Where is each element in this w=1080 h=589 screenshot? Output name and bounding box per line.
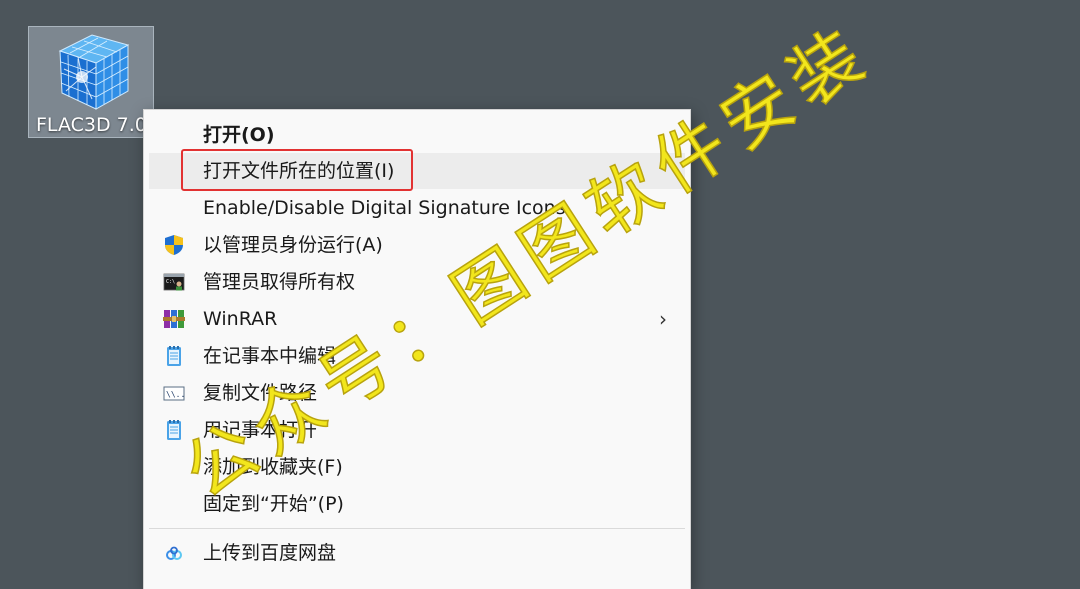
- cmd-admin-icon: C:\: [163, 273, 185, 291]
- menu-item-label: 用记事本打开: [203, 419, 318, 441]
- menu-item-label: 打开(O): [203, 124, 275, 146]
- desktop-shortcut-flac3d[interactable]: FLAC3D 7.0: [28, 26, 154, 138]
- menu-item-label: 添加到收藏夹(F): [203, 456, 343, 478]
- menu-item-run-as-admin[interactable]: 以管理员身份运行(A): [149, 227, 685, 263]
- menu-item-label: 复制文件路径: [203, 382, 318, 404]
- menu-item-copy-file-path[interactable]: \\.. 复制文件路径: [149, 375, 685, 411]
- flac3d-cube-icon: [58, 34, 130, 110]
- desktop-icon-label: FLAC3D 7.0: [36, 114, 147, 136]
- menu-item-open-file-location[interactable]: 打开文件所在的位置(I): [149, 153, 685, 189]
- menu-item-upload-baidu-netdisk[interactable]: 上传到百度网盘: [149, 535, 685, 571]
- menu-item-edit-in-notepad[interactable]: 在记事本中编辑: [149, 338, 685, 374]
- notepad-icon: [167, 346, 181, 366]
- menu-item-take-ownership[interactable]: C:\ 管理员取得所有权: [149, 264, 685, 300]
- menu-separator: [149, 528, 685, 529]
- menu-item-winrar[interactable]: WinRAR ›: [149, 301, 685, 337]
- menu-item-label: 固定到“开始”(P): [203, 493, 344, 515]
- menu-item-label: 管理员取得所有权: [203, 271, 356, 293]
- menu-item-label: 在记事本中编辑: [203, 345, 337, 367]
- svg-text:C:\: C:\: [166, 279, 175, 285]
- baidu-netdisk-icon: [166, 546, 182, 560]
- winrar-books-icon: [163, 310, 185, 328]
- menu-item-label: 上传到百度网盘: [203, 542, 337, 564]
- menu-item-label: 以管理员身份运行(A): [203, 234, 383, 256]
- svg-text:\\..: \\..: [166, 390, 185, 399]
- menu-item-label: WinRAR: [203, 308, 278, 330]
- menu-item-pin-to-start[interactable]: 固定到“开始”(P): [149, 486, 685, 522]
- menu-item-digital-signature-icons[interactable]: Enable/Disable Digital Signature Icons: [149, 190, 685, 226]
- copy-path-icon: \\..: [163, 386, 185, 401]
- menu-item-open[interactable]: 打开(O): [149, 117, 685, 153]
- notepad-icon: [167, 420, 181, 440]
- menu-item-label: Enable/Disable Digital Signature Icons: [203, 197, 566, 219]
- uac-shield-icon: [165, 235, 183, 255]
- submenu-chevron-icon: ›: [659, 307, 667, 331]
- context-menu: 打开(O) 打开文件所在的位置(I) Enable/Disable Digita…: [143, 109, 691, 589]
- menu-item-open-with-notepad[interactable]: 用记事本打开: [149, 412, 685, 448]
- menu-item-add-to-favorites[interactable]: 添加到收藏夹(F): [149, 449, 685, 485]
- menu-item-label: 打开文件所在的位置(I): [203, 160, 395, 182]
